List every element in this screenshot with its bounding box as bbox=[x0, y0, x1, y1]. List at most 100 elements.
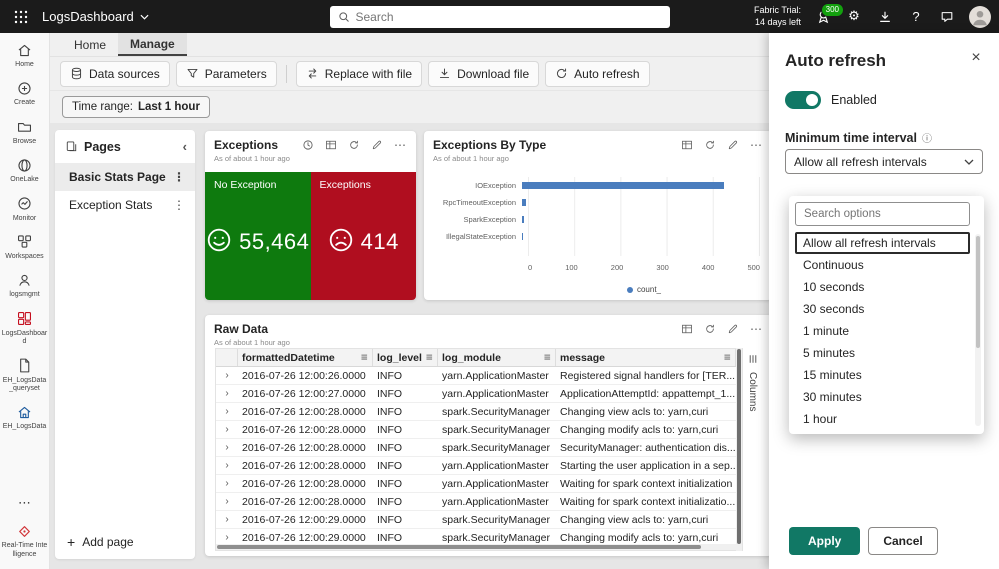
table-row[interactable]: › 2016-07-26 12:00:28.0000 INFO spark.Se… bbox=[216, 421, 736, 439]
column-header-log-module[interactable]: log_module ≡ bbox=[438, 349, 556, 366]
sidebar-item-eh-logsdata[interactable]: EH_LogsData bbox=[1, 399, 49, 435]
dropdown-option[interactable]: 30 minutes bbox=[795, 386, 970, 408]
app-title-menu[interactable]: LogsDashboard bbox=[42, 9, 149, 24]
points-icon[interactable]: 300 bbox=[814, 2, 844, 26]
row-expand-icon[interactable]: › bbox=[216, 496, 238, 507]
vertical-scrollbar-thumb[interactable] bbox=[737, 349, 741, 544]
search-input[interactable] bbox=[355, 9, 662, 24]
download-icon[interactable] bbox=[876, 8, 894, 26]
table-row[interactable]: › 2016-07-26 12:00:27.0000 INFO yarn.App… bbox=[216, 385, 736, 403]
more-options-icon[interactable]: ⋯ bbox=[749, 322, 763, 336]
column-menu-icon[interactable]: ≡ bbox=[360, 353, 368, 363]
dropdown-option[interactable]: 30 seconds bbox=[795, 298, 970, 320]
info-icon[interactable]: ⓘ bbox=[922, 130, 932, 145]
help-icon[interactable]: ? bbox=[907, 8, 925, 26]
row-expand-icon[interactable]: › bbox=[216, 478, 238, 489]
apply-button[interactable]: Apply bbox=[789, 527, 861, 555]
tab-manage[interactable]: Manage bbox=[118, 33, 187, 56]
sidebar-item-create[interactable]: Create bbox=[1, 75, 49, 111]
clock-icon[interactable] bbox=[301, 138, 315, 152]
dropdown-option[interactable]: 1 minute bbox=[795, 320, 970, 342]
horizontal-scrollbar-thumb[interactable] bbox=[217, 545, 701, 549]
sidebar-more-button[interactable]: ⋯ bbox=[1, 490, 49, 516]
sidebar-item-real-time-intelligence[interactable]: Real-Time Intelligence bbox=[1, 518, 49, 563]
sidebar-item-browse[interactable]: Browse bbox=[1, 114, 49, 150]
dropdown-option[interactable]: Allow all refresh intervals bbox=[795, 232, 970, 254]
row-expand-icon[interactable]: › bbox=[216, 532, 238, 543]
row-expand-icon[interactable]: › bbox=[216, 460, 238, 471]
edit-pencil-icon[interactable] bbox=[726, 138, 740, 152]
row-expand-icon[interactable]: › bbox=[216, 370, 238, 381]
flyout-scrollbar[interactable] bbox=[975, 234, 981, 426]
sidebar-item-monitor[interactable]: Monitor bbox=[1, 191, 49, 227]
flyout-scrollbar-thumb[interactable] bbox=[976, 236, 980, 348]
column-header-formattedDatetime[interactable]: formattedDatetime ≡ bbox=[238, 349, 373, 366]
data-sources-button[interactable]: Data sources bbox=[60, 60, 170, 87]
dropdown-option[interactable]: 1 hour bbox=[795, 408, 970, 430]
page-item-menu-icon[interactable]: ⋮ bbox=[169, 170, 189, 184]
table-row[interactable]: › 2016-07-26 12:00:29.0000 INFO spark.Se… bbox=[216, 511, 736, 529]
enabled-toggle[interactable] bbox=[785, 91, 821, 109]
dropdown-option[interactable]: 15 minutes bbox=[795, 364, 970, 386]
page-item-menu-icon[interactable]: ⋮ bbox=[169, 198, 189, 212]
dropdown-option[interactable]: Continuous bbox=[795, 254, 970, 276]
collapse-panel-icon[interactable]: ‹ bbox=[183, 139, 187, 154]
vertical-scrollbar[interactable] bbox=[736, 348, 742, 551]
table-row[interactable]: › 2016-07-26 12:00:28.0000 INFO yarn.App… bbox=[216, 475, 736, 493]
row-expand-icon[interactable]: › bbox=[216, 514, 238, 525]
row-expand-icon[interactable]: › bbox=[216, 406, 238, 417]
sidebar-item-eh-logsdata-queryset[interactable]: EH_LogsData_queryset bbox=[1, 353, 49, 398]
columns-panel-toggle[interactable]: Columns bbox=[742, 348, 762, 551]
page-item-basic-stats[interactable]: Basic Stats Page ⋮ bbox=[55, 163, 195, 191]
refresh-icon[interactable] bbox=[347, 138, 361, 152]
auto-refresh-button[interactable]: Auto refresh bbox=[545, 60, 650, 87]
user-avatar[interactable] bbox=[969, 5, 991, 28]
refresh-icon[interactable] bbox=[703, 138, 717, 152]
more-options-icon[interactable]: ⋯ bbox=[393, 138, 407, 152]
table-row[interactable]: › 2016-07-26 12:00:29.0000 INFO spark.Se… bbox=[216, 529, 736, 544]
dropdown-option[interactable]: 5 minutes bbox=[795, 342, 970, 364]
feedback-icon[interactable] bbox=[938, 8, 956, 26]
options-search-input[interactable] bbox=[795, 202, 970, 226]
table-view-icon[interactable] bbox=[680, 138, 694, 152]
column-header-log-level[interactable]: log_level ≡ bbox=[373, 349, 438, 366]
table-row[interactable]: › 2016-07-26 12:00:28.0000 INFO yarn.App… bbox=[216, 457, 736, 475]
column-menu-icon[interactable]: ≡ bbox=[723, 353, 731, 363]
horizontal-scrollbar[interactable] bbox=[216, 544, 736, 550]
column-menu-icon[interactable]: ≡ bbox=[425, 353, 433, 363]
time-range-pill[interactable]: Time range: Last 1 hour bbox=[62, 96, 210, 118]
table-view-icon[interactable] bbox=[680, 322, 694, 336]
edit-pencil-icon[interactable] bbox=[370, 138, 384, 152]
download-file-button[interactable]: Download file bbox=[428, 60, 540, 87]
sidebar-item-onelake[interactable]: OneLake bbox=[1, 152, 49, 188]
table-row[interactable]: › 2016-07-26 12:00:28.0000 INFO spark.Se… bbox=[216, 439, 736, 457]
app-launcher-icon[interactable] bbox=[10, 6, 32, 28]
column-menu-icon[interactable]: ≡ bbox=[543, 353, 551, 363]
row-expand-icon[interactable]: › bbox=[216, 442, 238, 453]
sidebar-item-home[interactable]: Home bbox=[1, 37, 49, 73]
add-page-button[interactable]: + Add page bbox=[55, 525, 195, 559]
sidebar-item-logsdashboard[interactable]: LogsDashboard bbox=[1, 306, 49, 351]
global-search-box[interactable] bbox=[329, 5, 670, 28]
close-icon[interactable]: × bbox=[966, 48, 986, 68]
sidebar-item-workspaces[interactable]: Workspaces bbox=[1, 229, 49, 265]
settings-gear-icon[interactable]: ⚙ bbox=[845, 8, 863, 26]
cancel-button[interactable]: Cancel bbox=[868, 527, 938, 555]
replace-with-file-button[interactable]: Replace with file bbox=[295, 60, 423, 87]
refresh-icon[interactable] bbox=[703, 322, 717, 336]
sidebar-item-logsmgmt[interactable]: logsmgmt bbox=[1, 267, 49, 303]
edit-pencil-icon[interactable] bbox=[726, 322, 740, 336]
column-header-message[interactable]: message ≡ bbox=[556, 349, 736, 366]
row-expand-icon[interactable]: › bbox=[216, 388, 238, 399]
parameters-button[interactable]: Parameters bbox=[175, 60, 277, 87]
table-row[interactable]: › 2016-07-26 12:00:28.0000 INFO spark.Se… bbox=[216, 403, 736, 421]
table-row[interactable]: › 2016-07-26 12:00:28.0000 INFO yarn.App… bbox=[216, 493, 736, 511]
interval-dropdown[interactable]: Allow all refresh intervals bbox=[785, 149, 983, 174]
table-row[interactable]: › 2016-07-26 12:00:26.0000 INFO yarn.App… bbox=[216, 367, 736, 385]
more-options-icon[interactable]: ⋯ bbox=[749, 138, 763, 152]
row-expand-icon[interactable]: › bbox=[216, 424, 238, 435]
page-item-exception-stats[interactable]: Exception Stats ⋮ bbox=[55, 191, 195, 219]
tab-home[interactable]: Home bbox=[62, 33, 118, 56]
dropdown-option[interactable]: 10 seconds bbox=[795, 276, 970, 298]
table-view-icon[interactable] bbox=[324, 138, 338, 152]
